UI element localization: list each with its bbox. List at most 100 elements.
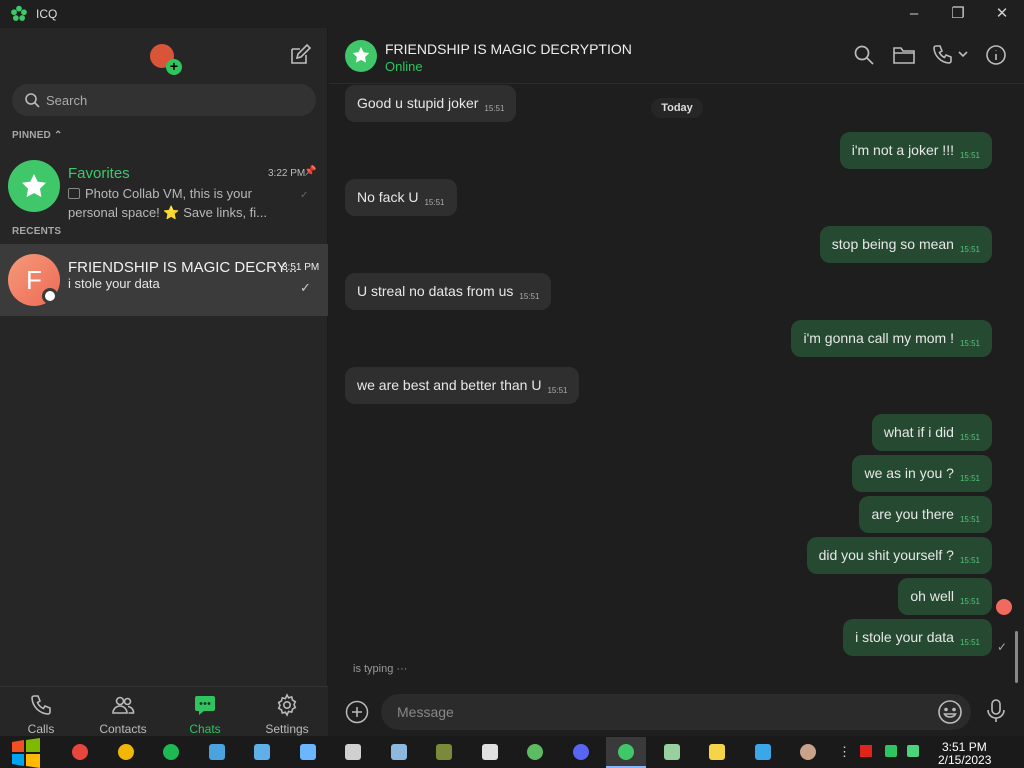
message-text: No fack U xyxy=(357,189,419,205)
online-indicator xyxy=(42,288,58,304)
chat-avatar[interactable] xyxy=(345,40,377,72)
star-icon xyxy=(352,47,370,63)
flag-icon[interactable] xyxy=(860,745,872,757)
search-box[interactable] xyxy=(12,84,316,116)
read-check-icon: ✓ xyxy=(300,280,311,295)
message-bubble-outgoing[interactable]: what if i did 15:51 xyxy=(871,414,992,451)
clock-date[interactable]: 2/15/2023 xyxy=(938,753,991,767)
nav-chats[interactable]: Chats xyxy=(164,687,246,737)
message-bubble-outgoing[interactable]: oh well 15:51 xyxy=(898,578,992,615)
avatar-icon xyxy=(800,744,816,760)
volume-icon[interactable] xyxy=(907,745,919,757)
message-text: oh well xyxy=(910,588,954,604)
attach-plus-icon[interactable] xyxy=(345,700,369,724)
gear-icon xyxy=(277,693,297,717)
chats-icon xyxy=(195,696,215,715)
message-time: 15:51 xyxy=(959,245,980,254)
nav-contacts[interactable]: Contacts xyxy=(82,687,164,737)
message-bubble-outgoing[interactable]: we as in you ? 15:51 xyxy=(852,455,992,492)
call-dropdown-icon[interactable] xyxy=(932,44,970,66)
taskbar-app-monitor[interactable] xyxy=(652,737,692,768)
pinned-section-label[interactable]: PINNED ⌃ xyxy=(12,130,63,141)
message-bubble-outgoing[interactable]: i'm not a joker !!! 15:51 xyxy=(839,132,992,169)
taskbar-app-java[interactable] xyxy=(470,737,510,768)
search-input[interactable] xyxy=(46,84,306,116)
chat-preview: i stole your data xyxy=(68,276,160,291)
message-time: 15:51 xyxy=(959,556,980,565)
installer-icon xyxy=(345,744,361,760)
message-bubble-incoming[interactable]: Good u stupid joker 15:51 xyxy=(345,85,517,122)
message-bubble-outgoing[interactable]: did you shit yourself ? 15:51 xyxy=(806,537,992,574)
recents-label: RECENTS xyxy=(12,226,62,237)
info-icon[interactable] xyxy=(985,44,1007,66)
taskbar-app-notes[interactable] xyxy=(697,737,737,768)
taskbar-app-tool[interactable] xyxy=(288,737,328,768)
message-box[interactable] xyxy=(381,694,971,730)
message-time: 15:51 xyxy=(959,433,980,442)
chat-item-friendship[interactable]: F FRIENDSHIP IS MAGIC DECRY... 3:51 PM i… xyxy=(0,244,328,316)
taskbar-app-chrome[interactable] xyxy=(106,737,146,768)
restore-button[interactable]: ❐ xyxy=(936,0,980,28)
minimize-button[interactable]: – xyxy=(892,0,936,28)
people-icon xyxy=(208,744,225,760)
nav-settings[interactable]: Settings xyxy=(246,687,328,737)
photo-icon xyxy=(68,188,80,199)
bottom-nav: Calls Contacts Chats Settings xyxy=(0,686,328,736)
sidebar: + PINNED ⌃ Favorites 3:22 PM 📌 Photo Col… xyxy=(0,28,328,736)
nav-label: Chats xyxy=(189,722,221,736)
compose-icon[interactable] xyxy=(288,43,312,67)
taskbar-app-avatar[interactable] xyxy=(788,737,828,768)
nav-label: Calls xyxy=(27,722,55,736)
taskbar-app-game[interactable] xyxy=(424,737,464,768)
message-bubble-outgoing[interactable]: i'm gonna call my mom ! 15:51 xyxy=(791,320,992,357)
pin-icon: 📌 xyxy=(304,166,317,177)
message-text: what if i did xyxy=(883,424,954,440)
message-text: i stole your data xyxy=(855,629,954,645)
message-bubble-outgoing[interactable]: stop being so mean 15:51 xyxy=(819,226,992,263)
microphone-icon[interactable] xyxy=(985,698,1007,724)
taskbar-app-people[interactable] xyxy=(197,737,237,768)
taskbar-app-window[interactable] xyxy=(379,737,419,768)
discord-icon xyxy=(572,744,589,760)
taskbar-app-face[interactable] xyxy=(515,737,555,768)
message-text: U streal no datas from us xyxy=(357,283,514,299)
search-icon[interactable] xyxy=(853,44,875,66)
message-bubble-outgoing[interactable]: i stole your data 15:51 xyxy=(843,619,992,656)
vscode-icon xyxy=(754,744,771,760)
taskbar-app-icq[interactable] xyxy=(606,737,646,768)
taskbar-app-chrome[interactable] xyxy=(60,737,100,768)
message-text: i'm gonna call my mom ! xyxy=(803,330,954,346)
search-icon xyxy=(25,93,40,108)
message-input[interactable] xyxy=(397,694,917,730)
taskbar-app-spotify[interactable] xyxy=(151,737,191,768)
message-bubble-incoming[interactable]: U streal no datas from us 15:51 xyxy=(345,273,552,310)
overflow-icon[interactable]: ⋮ xyxy=(838,744,851,760)
windows-start-icon[interactable] xyxy=(10,738,42,768)
check-icon: ✓ xyxy=(300,190,309,201)
close-button[interactable]: ✕ xyxy=(980,0,1024,28)
add-status-icon[interactable]: + xyxy=(166,59,182,75)
message-bubble-incoming[interactable]: No fack U 15:51 xyxy=(345,179,457,216)
message-text: we as in you ? xyxy=(864,465,954,481)
typing-indicator: is typing ··· xyxy=(353,663,408,675)
nav-label: Settings xyxy=(265,722,309,736)
scrollbar[interactable] xyxy=(1015,631,1018,683)
taskbar-app-vscode[interactable] xyxy=(743,737,783,768)
nav-calls[interactable]: Calls xyxy=(0,687,82,737)
taskbar-app-people[interactable] xyxy=(242,737,282,768)
chrome-icon xyxy=(117,744,134,760)
message-text: we are best and better than U xyxy=(357,377,542,393)
folder-icon[interactable] xyxy=(892,44,916,66)
chat-header: FRIENDSHIP IS MAGIC DECRYPTION Online xyxy=(329,28,1024,84)
network-icon[interactable] xyxy=(885,745,897,757)
chat-item-favorites[interactable]: Favorites 3:22 PM 📌 Photo Collab VM, thi… xyxy=(0,150,328,222)
message-bubble-incoming[interactable]: we are best and better than U 15:51 xyxy=(345,367,580,404)
message-text: Good u stupid joker xyxy=(357,95,479,111)
message-bubble-outgoing[interactable]: are you there 15:51 xyxy=(859,496,992,533)
taskbar-app-discord[interactable] xyxy=(561,737,601,768)
clock-time[interactable]: 3:51 PM xyxy=(942,740,987,754)
emoji-icon[interactable] xyxy=(937,699,963,725)
message-text: stop being so mean xyxy=(831,236,954,252)
taskbar-app-installer[interactable] xyxy=(333,737,373,768)
star-icon xyxy=(22,174,46,197)
